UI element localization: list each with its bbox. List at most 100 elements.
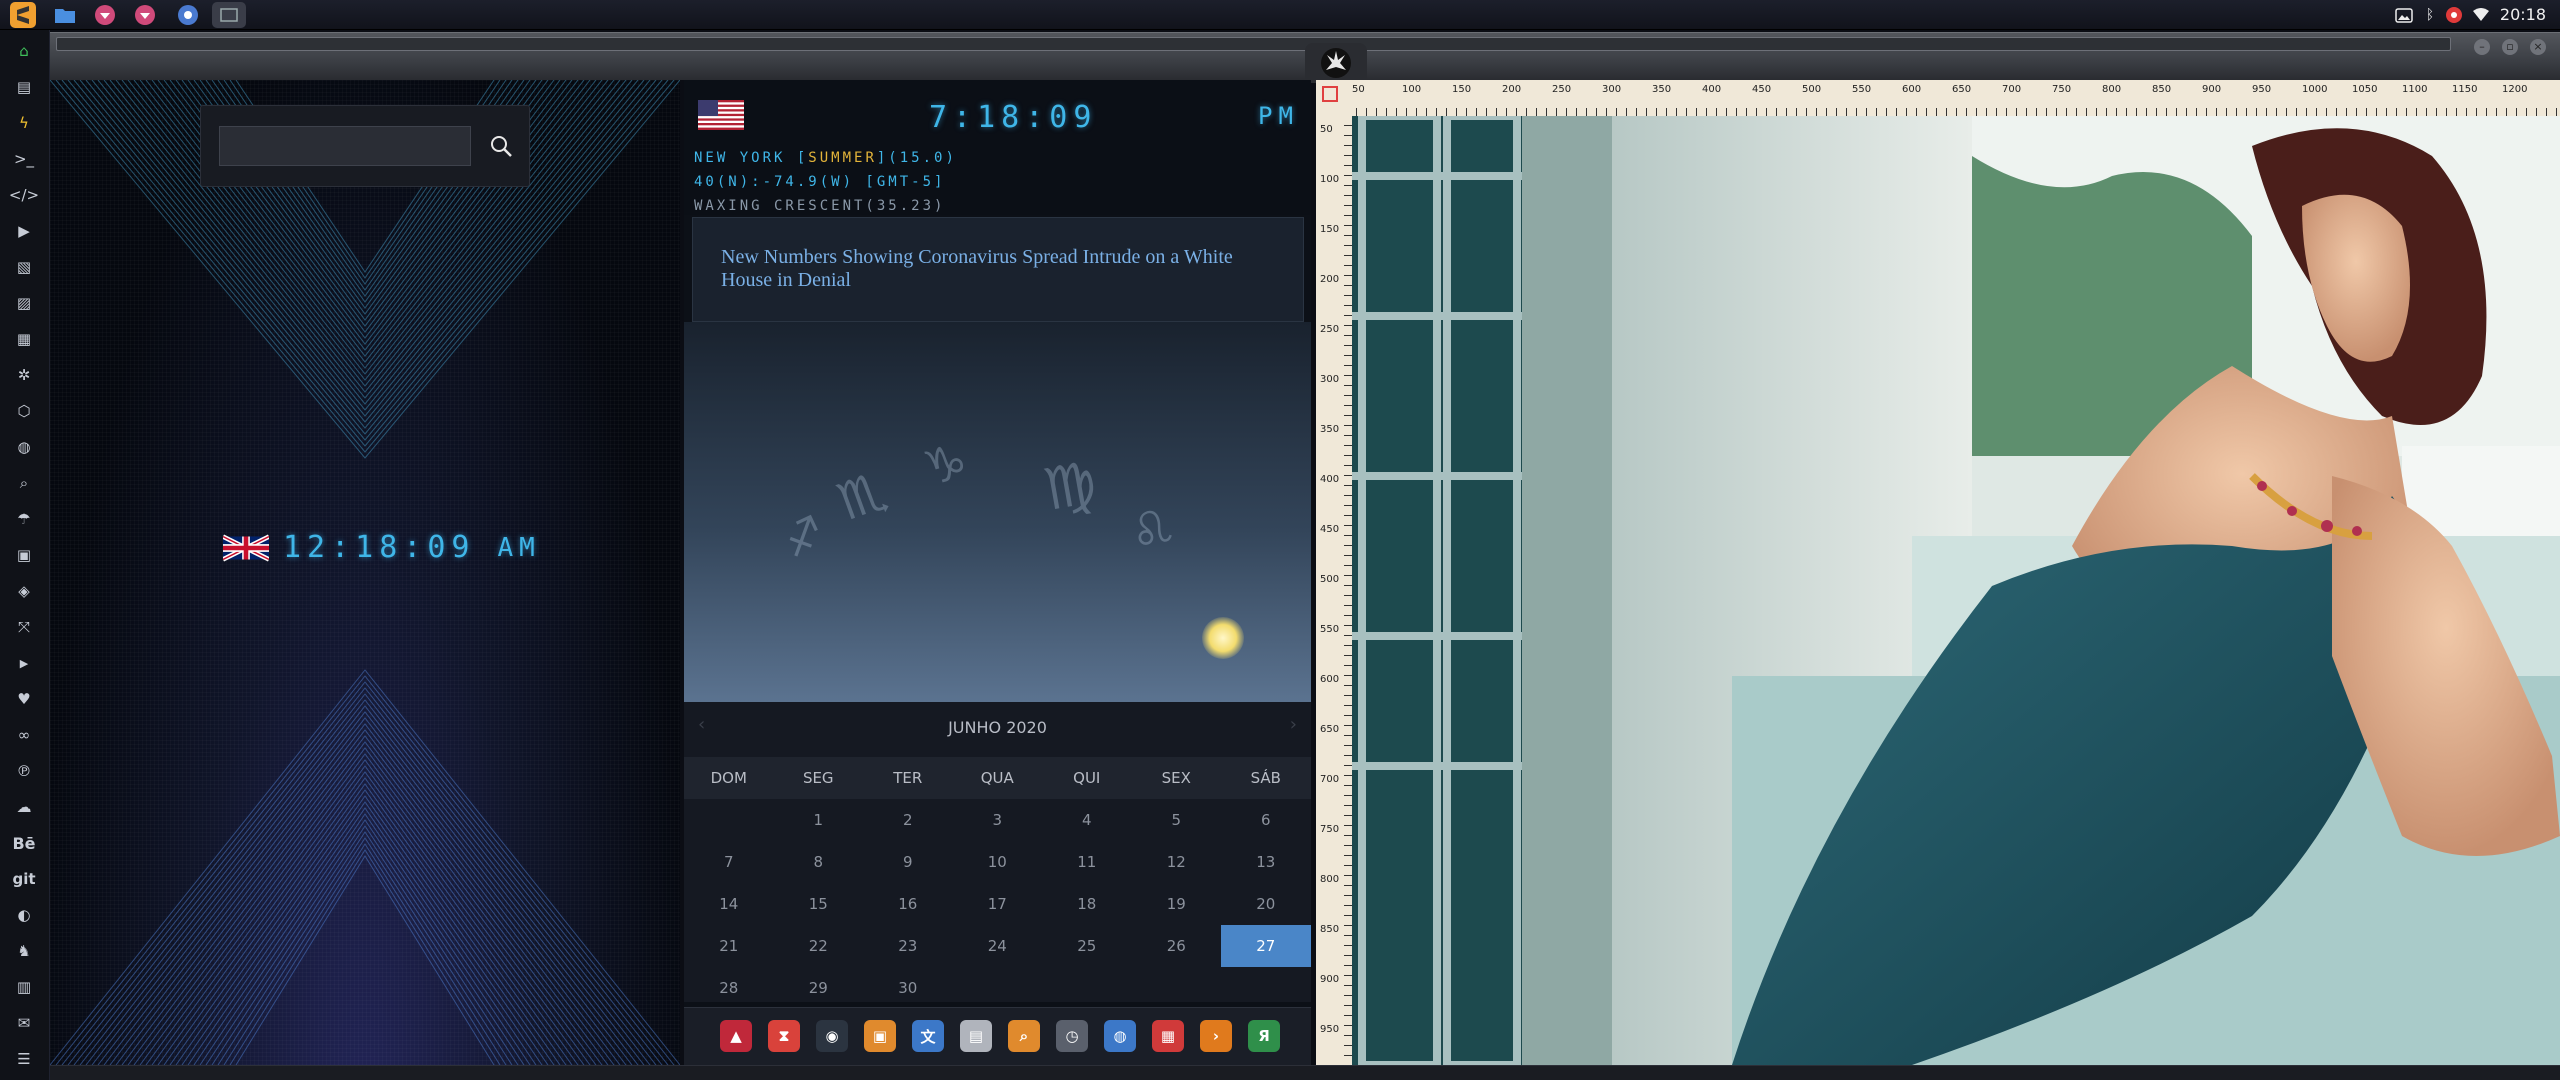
calendar-day[interactable]: 19 xyxy=(1132,883,1222,925)
calendar-day[interactable]: 20 xyxy=(1221,883,1311,925)
sublime-text-icon[interactable] xyxy=(10,2,36,28)
expand-icon[interactable]: ⤧ xyxy=(11,614,37,640)
calendar-day[interactable]: 6 xyxy=(1221,799,1311,841)
photos-icon[interactable]: ▣ xyxy=(864,1020,896,1052)
arrow-icon[interactable]: › xyxy=(1200,1020,1232,1052)
play-icon[interactable]: ▶ xyxy=(11,218,37,244)
hexagon-icon[interactable]: ⬡ xyxy=(11,398,37,424)
calendar-day[interactable]: 15 xyxy=(774,883,864,925)
terminal-icon[interactable]: >_ xyxy=(11,146,37,172)
window-icon[interactable] xyxy=(212,2,246,28)
calendar-day[interactable]: 18 xyxy=(1042,883,1132,925)
pdf-icon[interactable]: ▧ xyxy=(11,254,37,280)
pink-app-2-icon[interactable] xyxy=(132,2,158,28)
arch-icon[interactable]: ▲ xyxy=(720,1020,752,1052)
calendar-day[interactable]: 22 xyxy=(774,925,864,967)
document-icon[interactable]: ▤ xyxy=(11,74,37,100)
calendar-day[interactable]: 2 xyxy=(863,799,953,841)
calendar-day[interactable]: 14 xyxy=(684,883,774,925)
users-icon[interactable]: ♞ xyxy=(11,938,37,964)
calendar-day[interactable]: 30 xyxy=(863,967,953,1009)
ruler-tick-label: 650 xyxy=(1952,84,1972,95)
clock-icon[interactable]: ◷ xyxy=(1056,1020,1088,1052)
calendar-day[interactable]: 13 xyxy=(1221,841,1311,883)
code-icon[interactable]: </> xyxy=(9,182,39,208)
folder-icon[interactable] xyxy=(52,2,78,28)
calendar-day[interactable]: 1 xyxy=(774,799,864,841)
news-reader-icon[interactable]: ▤ xyxy=(960,1020,992,1052)
cloud-icon[interactable]: ☁ xyxy=(11,794,37,820)
calendar-day[interactable]: 26 xyxy=(1132,925,1222,967)
calendar-day[interactable]: 9 xyxy=(863,841,953,883)
globe-icon[interactable]: ◍ xyxy=(11,434,37,460)
rebel-alliance-icon[interactable] xyxy=(1305,43,1367,83)
web-icon[interactable]: ◍ xyxy=(1104,1020,1136,1052)
calendar-day[interactable]: 7 xyxy=(684,841,774,883)
search-button[interactable] xyxy=(481,126,521,166)
earth-icon[interactable]: ◉ xyxy=(816,1020,848,1052)
tag-icon[interactable]: ◈ xyxy=(11,578,37,604)
minimize-button[interactable]: – xyxy=(2474,39,2490,55)
image-icon[interactable]: ▨ xyxy=(11,290,37,316)
infinity-icon[interactable]: ∞ xyxy=(11,722,37,748)
magnifier-icon[interactable]: ⌕ xyxy=(1008,1020,1040,1052)
bolt-icon[interactable]: ϟ xyxy=(11,110,37,136)
map-icon[interactable]: ▥ xyxy=(11,974,37,1000)
search-icon[interactable]: ⌕ xyxy=(11,470,37,496)
calendar-day[interactable]: 8 xyxy=(774,841,864,883)
calendar-day[interactable]: 24 xyxy=(953,925,1043,967)
image-icon[interactable] xyxy=(2393,3,2415,27)
pink-app-icon[interactable] xyxy=(92,2,118,28)
home-icon[interactable]: ⌂ xyxy=(11,38,37,64)
calendar-day[interactable]: 28 xyxy=(684,967,774,1009)
mail-icon[interactable]: ✉ xyxy=(11,1010,37,1036)
pinterest-icon[interactable]: ℗ xyxy=(11,758,37,784)
news-headline[interactable]: New Numbers Showing Coronavirus Spread I… xyxy=(721,246,1281,292)
calendar-day[interactable]: 10 xyxy=(953,841,1043,883)
star-icon[interactable]: ✲ xyxy=(11,362,37,388)
calendar-day[interactable]: 25 xyxy=(1042,925,1132,967)
umbrella-icon[interactable]: ☂ xyxy=(11,506,37,532)
uk-time: 12:18:09 xyxy=(283,530,476,565)
calendar-day[interactable]: 12 xyxy=(1132,841,1222,883)
calendar-day[interactable]: 16 xyxy=(863,883,953,925)
maximize-button[interactable]: ▫ xyxy=(2502,39,2518,55)
youtube-icon[interactable]: ▶ xyxy=(11,650,37,676)
calendar-day-today[interactable]: 27 xyxy=(1221,925,1311,967)
calendar-day[interactable]: 4 xyxy=(1042,799,1132,841)
calendar-day[interactable]: 29 xyxy=(774,967,864,1009)
ruler-corner[interactable] xyxy=(1316,80,1352,116)
calendar-icon[interactable]: ▦ xyxy=(1152,1020,1184,1052)
settings-red-icon[interactable] xyxy=(2443,3,2465,27)
heart-icon[interactable]: ♥ xyxy=(11,686,37,712)
calendar-day[interactable]: 5 xyxy=(1132,799,1222,841)
github-icon[interactable]: ◐ xyxy=(11,902,37,928)
git-icon[interactable]: git xyxy=(11,866,37,892)
server-icon[interactable]: ☰ xyxy=(11,1046,37,1072)
calendar-next-button[interactable]: › xyxy=(1290,714,1297,735)
behance-icon[interactable]: Bē xyxy=(11,830,37,856)
photo-illustration xyxy=(1352,116,2560,1065)
coordinates-line: 40(N):-74.9(W) [GMT-5] xyxy=(694,174,946,190)
search-input[interactable] xyxy=(219,126,471,166)
translate-icon[interactable]: 文 xyxy=(912,1020,944,1052)
contacts-icon[interactable]: ▣ xyxy=(11,542,37,568)
calendar-day[interactable]: 3 xyxy=(953,799,1043,841)
calendar-day[interactable]: 23 xyxy=(863,925,953,967)
clock[interactable]: 20:18 xyxy=(2500,5,2546,24)
ruler-tick-label: 100 xyxy=(1402,84,1422,95)
wifi-icon[interactable] xyxy=(2470,3,2492,27)
close-button[interactable]: × xyxy=(2530,39,2546,55)
news-card[interactable]: New Numbers Showing Coronavirus Spread I… xyxy=(692,217,1304,322)
ruler-tick-label: 1100 xyxy=(2402,84,2428,95)
calendar-day[interactable]: 11 xyxy=(1042,841,1132,883)
yandex-icon[interactable]: Я xyxy=(1248,1020,1280,1052)
hourglass-icon[interactable]: ⧗ xyxy=(768,1020,800,1052)
sky-view: ♐ ♏ ♑ ♍ ♌ xyxy=(684,322,1311,702)
window-title-bar[interactable]: – ▫ × xyxy=(50,32,2560,83)
calendar-day[interactable]: 17 xyxy=(953,883,1043,925)
chrome-icon[interactable] xyxy=(175,2,201,28)
news-icon[interactable]: ▦ xyxy=(11,326,37,352)
calendar-day[interactable]: 21 xyxy=(684,925,774,967)
bluetooth-icon[interactable]: ᛒ xyxy=(2420,3,2440,27)
